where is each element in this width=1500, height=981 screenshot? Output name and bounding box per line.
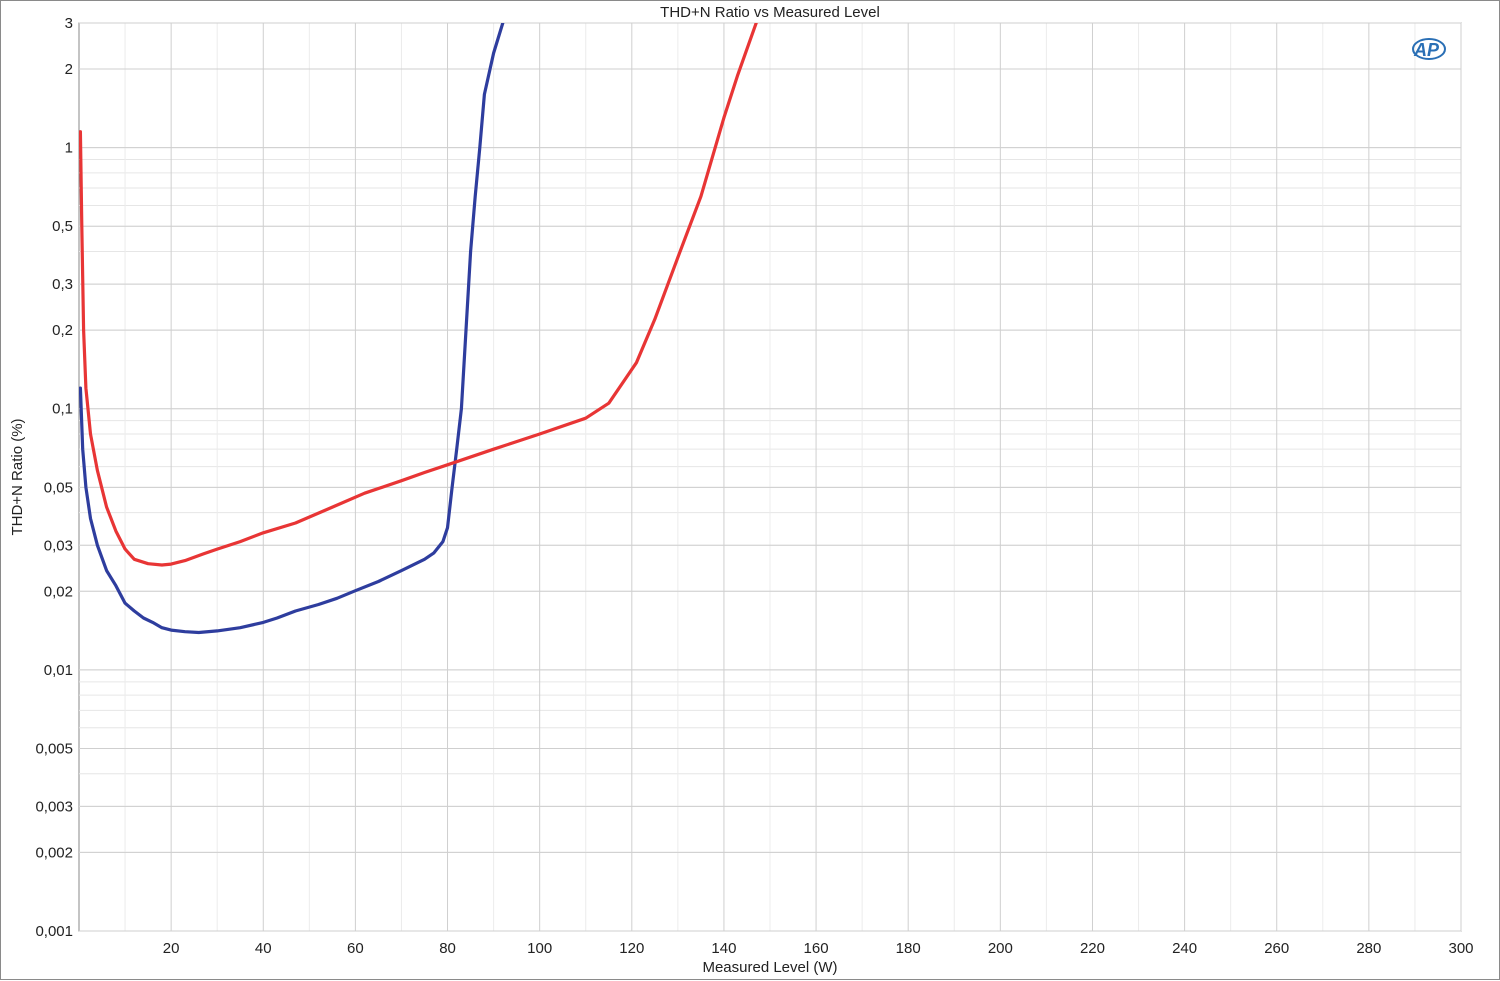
x-tick-label: 180: [896, 940, 921, 957]
x-tick-labels: 20 40 60 80 100 120 140 160 180 200 220 240 260 280 30…: [163, 940, 1474, 957]
y-tick-label: 0,02: [44, 583, 73, 600]
x-tick-label: 260: [1264, 940, 1289, 957]
y-tick-label: 0,003: [35, 798, 73, 815]
x-tick-label: 220: [1080, 940, 1105, 957]
x-tick-label: 120: [619, 940, 644, 957]
ap-logo-text: AP: [1413, 40, 1440, 60]
chart-frame: 20 40 60 80 100 120 140 160 180 200 220 240 260 280 30…: [0, 0, 1500, 980]
x-tick-label: 280: [1356, 940, 1381, 957]
chart-title: THD+N Ratio vs Measured Level: [660, 4, 880, 21]
x-axis-label: Measured Level (W): [702, 959, 837, 976]
y-tick-label: 0,002: [35, 844, 73, 861]
x-tick-label: 240: [1172, 940, 1197, 957]
x-tick-label: 100: [527, 940, 552, 957]
y-tick-labels: 3 2 1 0,5 0,3 0,2 0,1 0,05 0,03 0,02 0,01 0,005 0,00…: [35, 15, 73, 940]
x-tick-label: 300: [1448, 940, 1473, 957]
y-tick-label: 3: [65, 15, 73, 32]
y-tick-label: 2: [65, 61, 73, 78]
y-tick-label: 0,3: [52, 276, 73, 293]
x-tick-label: 200: [988, 940, 1013, 957]
y-tick-label: 0,01: [44, 662, 73, 679]
x-tick-label: 160: [804, 940, 829, 957]
y-axis-label: THD+N Ratio (%): [9, 418, 26, 535]
y-tick-label: 1: [65, 140, 73, 157]
x-tick-label: 40: [255, 940, 272, 957]
y-tick-label: 0,005: [35, 740, 73, 757]
thd-n-chart: 20 40 60 80 100 120 140 160 180 200 220 240 260 280 30…: [9, 4, 1474, 976]
x-tick-label: 20: [163, 940, 180, 957]
y-tick-label: 0,2: [52, 322, 73, 339]
x-tick-label: 140: [711, 940, 736, 957]
y-tick-label: 0,5: [52, 218, 73, 235]
y-tick-label: 0,001: [35, 923, 73, 940]
x-tick-label: 80: [439, 940, 456, 957]
x-tick-label: 60: [347, 940, 364, 957]
y-tick-label: 0,1: [52, 401, 73, 418]
y-tick-label: 0,03: [44, 537, 73, 554]
y-tick-label: 0,05: [44, 479, 73, 496]
